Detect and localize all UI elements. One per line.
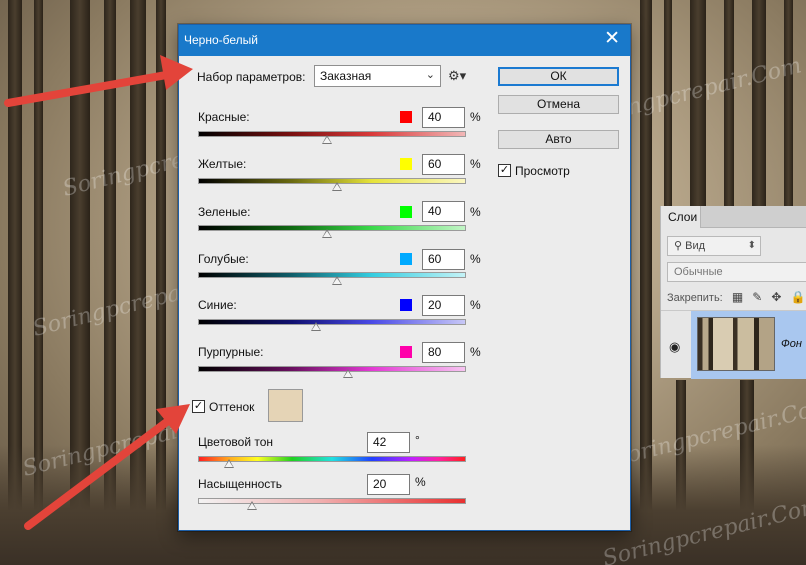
blues-track[interactable] — [198, 319, 466, 325]
hue-input[interactable]: 42 — [367, 432, 410, 453]
cyans-swatch — [400, 253, 412, 265]
cyans-label: Голубые: — [198, 252, 249, 266]
tint-color-swatch[interactable] — [268, 389, 303, 422]
greens-unit: % — [470, 205, 481, 219]
cyans-thumb[interactable] — [332, 276, 343, 285]
layer-name: Фон — [781, 338, 802, 350]
yellows-label: Желтые: — [198, 157, 247, 171]
preset-value: Заказная — [320, 69, 372, 83]
greens-label: Зеленые: — [198, 205, 251, 219]
preset-select[interactable]: Заказная ⌄ — [314, 65, 441, 87]
hue-label: Цветовой тон — [198, 435, 274, 449]
hue-track[interactable] — [198, 456, 466, 462]
cyans-unit: % — [470, 252, 481, 266]
layer-row[interactable]: ◉ Фон — [661, 310, 806, 379]
hue-thumb[interactable] — [224, 459, 235, 468]
greens-track[interactable] — [198, 225, 466, 231]
lock-brush-icon[interactable]: ✎ — [752, 290, 762, 304]
greens-input[interactable]: 40 — [422, 201, 465, 222]
black-white-dialog: Черно-белый ✕ Набор параметров: Заказная… — [178, 24, 631, 531]
magentas-label: Пурпурные: — [198, 345, 264, 359]
layer-kind-filter-label: Вид — [685, 240, 706, 252]
search-icon: ⚲ — [674, 240, 686, 252]
saturation-input[interactable]: 20 — [367, 474, 410, 495]
tree-trunk — [724, 0, 734, 210]
auto-button[interactable]: Авто — [498, 130, 619, 149]
cancel-button[interactable]: Отмена — [498, 95, 619, 114]
reds-unit: % — [470, 110, 481, 124]
reds-input[interactable]: 40 — [422, 107, 465, 128]
gear-icon[interactable]: ⚙▾ — [448, 68, 466, 84]
saturation-unit: % — [415, 475, 426, 489]
magentas-input[interactable]: 80 — [422, 342, 465, 363]
reds-swatch — [400, 111, 412, 123]
yellows-input[interactable]: 60 — [422, 154, 465, 175]
tree-trunk — [784, 0, 793, 210]
blues-unit: % — [470, 298, 481, 312]
greens-thumb[interactable] — [321, 229, 332, 238]
layers-panel: Слои ⚲ Вид ⬍ Обычные Закрепить: ▦ ✎ ✥ 🔒 … — [660, 206, 806, 379]
blues-swatch — [400, 299, 412, 311]
layer-kind-filter[interactable]: ⚲ Вид ⬍ — [667, 236, 761, 256]
preset-label: Набор параметров: — [197, 70, 306, 84]
preview-checkbox[interactable]: ✓ — [498, 164, 511, 177]
magentas-unit: % — [470, 345, 481, 359]
chevron-down-icon: ⌄ — [425, 69, 435, 81]
dialog-title: Черно-белый — [184, 33, 258, 47]
dialog-titlebar[interactable]: Черно-белый ✕ — [179, 25, 630, 56]
tab-layers[interactable]: Слои — [661, 206, 701, 228]
blues-label: Синие: — [198, 298, 237, 312]
lock-all-icon[interactable]: 🔒 — [790, 290, 805, 304]
reds-track[interactable] — [198, 131, 466, 137]
chevron-updown-icon: ⬍ — [747, 240, 756, 251]
reds-thumb[interactable] — [321, 135, 332, 144]
ok-button[interactable]: ОК — [498, 67, 619, 86]
yellows-unit: % — [470, 157, 481, 171]
tint-label: Оттенок — [209, 400, 255, 414]
hue-unit: ° — [415, 433, 420, 447]
lock-transparent-icon[interactable]: ▦ — [732, 290, 743, 304]
tree-trunk — [752, 0, 766, 210]
reds-label: Красные: — [198, 110, 250, 124]
blues-thumb[interactable] — [310, 322, 321, 331]
eye-icon[interactable]: ◉ — [669, 339, 680, 355]
tint-checkbox[interactable]: ✓ — [192, 400, 205, 413]
layer-selected-bg: Фон — [691, 311, 806, 379]
layer-thumbnail — [697, 317, 775, 371]
saturation-track[interactable] — [198, 498, 466, 504]
magentas-track[interactable] — [198, 366, 466, 372]
lock-row: Закрепить: ▦ ✎ ✥ 🔒 — [667, 290, 805, 304]
yellows-swatch — [400, 158, 412, 170]
yellows-thumb[interactable] — [332, 182, 343, 191]
close-icon[interactable]: ✕ — [604, 29, 620, 49]
cyans-input[interactable]: 60 — [422, 249, 465, 270]
saturation-thumb[interactable] — [246, 501, 257, 510]
preview-label: Просмотр — [515, 164, 570, 178]
blend-mode-select[interactable]: Обычные — [667, 262, 806, 282]
greens-swatch — [400, 206, 412, 218]
lock-move-icon[interactable]: ✥ — [771, 290, 781, 304]
saturation-label: Насыщенность — [198, 477, 283, 491]
magentas-swatch — [400, 346, 412, 358]
blues-input[interactable]: 20 — [422, 295, 465, 316]
magentas-thumb[interactable] — [343, 369, 354, 378]
lock-label: Закрепить: — [667, 292, 723, 304]
